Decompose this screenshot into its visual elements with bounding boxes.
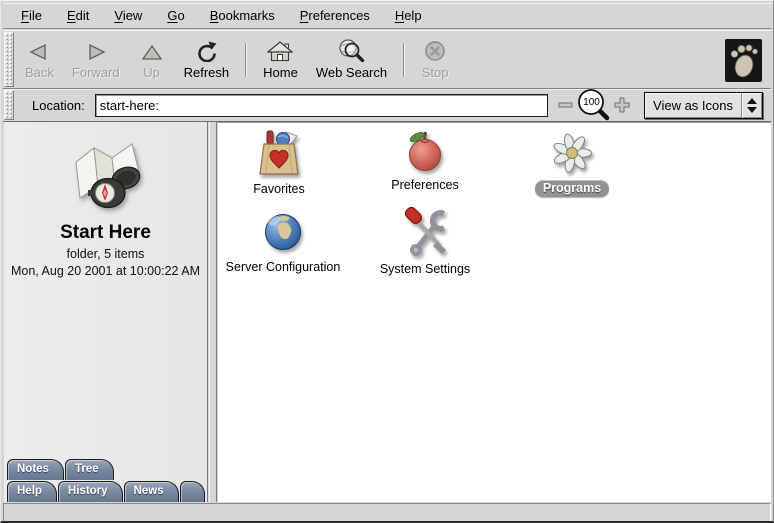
icon-view: Favorites Preferences [218,122,771,502]
icon-label-preferences[interactable]: Preferences [391,178,458,192]
sidebar-tab-row-1: Notes Tree [4,458,207,480]
sidebar-tab-help[interactable]: Help [7,481,57,502]
map-compass-icon [50,134,162,220]
forward-button[interactable]: Forward [63,34,129,86]
sidebar-tabs: Notes Tree Help History News [4,458,207,502]
zoom-level: 100 [579,97,604,108]
toolbar-grip-handle[interactable] [4,32,14,87]
location-bar: Location: 100 View as Icons [3,89,771,122]
tools-icon [400,207,450,257]
sidebar-info-items: folder, 5 items [4,247,207,261]
gnome-foot-logo-icon [725,39,762,82]
sidebar-tab-row-2: Help History News [4,480,207,502]
sidebar-tab-notes[interactable]: Notes [7,459,64,480]
icon-system-settings[interactable]: System Settings [350,207,500,276]
icon-server-configuration[interactable]: Server Configuration [208,209,358,274]
location-bar-grip-handle[interactable] [4,90,14,120]
up-button[interactable]: Up [129,34,175,86]
icon-label-programs[interactable]: Programs [535,180,609,197]
web-search-button[interactable]: Web Search [307,34,396,86]
up-label: Up [143,65,160,80]
web-search-label: Web Search [316,65,387,80]
statusbar [3,503,771,522]
icon-label-server-configuration[interactable]: Server Configuration [226,260,341,274]
toolbar: Back Forward Up Refresh [3,30,771,89]
nautilus-window: File Edit View Go Bookmarks Preferences … [0,0,774,523]
refresh-label: Refresh [184,65,230,80]
sidebar-tab-history[interactable]: History [58,481,123,502]
menu-view[interactable]: View [108,4,148,27]
icon-preferences[interactable]: Preferences [350,129,500,192]
shopping-bag-heart-icon [256,129,302,177]
menu-file[interactable]: File [15,4,48,27]
flower-icon [548,133,596,175]
apple-icon [402,129,448,173]
toolbar-separator [403,43,405,77]
menu-help[interactable]: Help [389,4,428,27]
stop-icon [424,40,446,62]
stop-label: Stop [422,65,449,80]
web-search-icon [337,38,365,62]
dropdown-arrows-icon [741,93,762,118]
content-area: Start Here folder, 5 items Mon, Aug 20 2… [3,122,771,502]
sidebar-title: Start Here [4,222,207,244]
refresh-button[interactable]: Refresh [175,34,239,86]
icon-programs[interactable]: Programs [497,133,647,197]
zoom-indicator[interactable]: 100 [576,89,612,121]
location-label: Location: [32,98,85,113]
menu-go[interactable]: Go [161,4,190,27]
icon-favorites[interactable]: Favorites [204,129,354,196]
menubar: File Edit View Go Bookmarks Preferences … [3,3,771,29]
menu-edit[interactable]: Edit [61,4,95,27]
back-icon [26,42,52,62]
plus-icon[interactable] [614,97,630,113]
forward-label: Forward [72,65,120,80]
icon-label-favorites[interactable]: Favorites [253,182,304,196]
view-mode-dropdown[interactable]: View as Icons [644,92,763,119]
minus-icon[interactable] [558,100,574,110]
sidebar-info-date: Mon, Aug 20 2001 at 10:00:22 AM [4,264,207,278]
zoom-controls: 100 [558,89,630,121]
home-label: Home [263,65,298,80]
home-icon [267,41,293,62]
up-icon [141,42,163,62]
back-button[interactable]: Back [16,34,63,86]
sidebar-tab-filler [180,481,205,502]
globe-icon [260,209,306,255]
sidebar-tab-tree[interactable]: Tree [65,459,114,480]
refresh-icon [194,41,218,62]
home-button[interactable]: Home [254,34,307,86]
forward-icon [83,42,109,62]
icon-label-system-settings[interactable]: System Settings [380,262,470,276]
menu-preferences[interactable]: Preferences [294,4,376,27]
toolbar-separator [245,43,247,77]
back-label: Back [25,65,54,80]
stop-button[interactable]: Stop [412,34,458,86]
view-mode-label: View as Icons [645,93,741,118]
location-input[interactable] [95,94,548,117]
menu-bookmarks[interactable]: Bookmarks [204,4,281,27]
sidebar: Start Here folder, 5 items Mon, Aug 20 2… [4,122,208,502]
sidebar-tab-news[interactable]: News [124,481,179,502]
